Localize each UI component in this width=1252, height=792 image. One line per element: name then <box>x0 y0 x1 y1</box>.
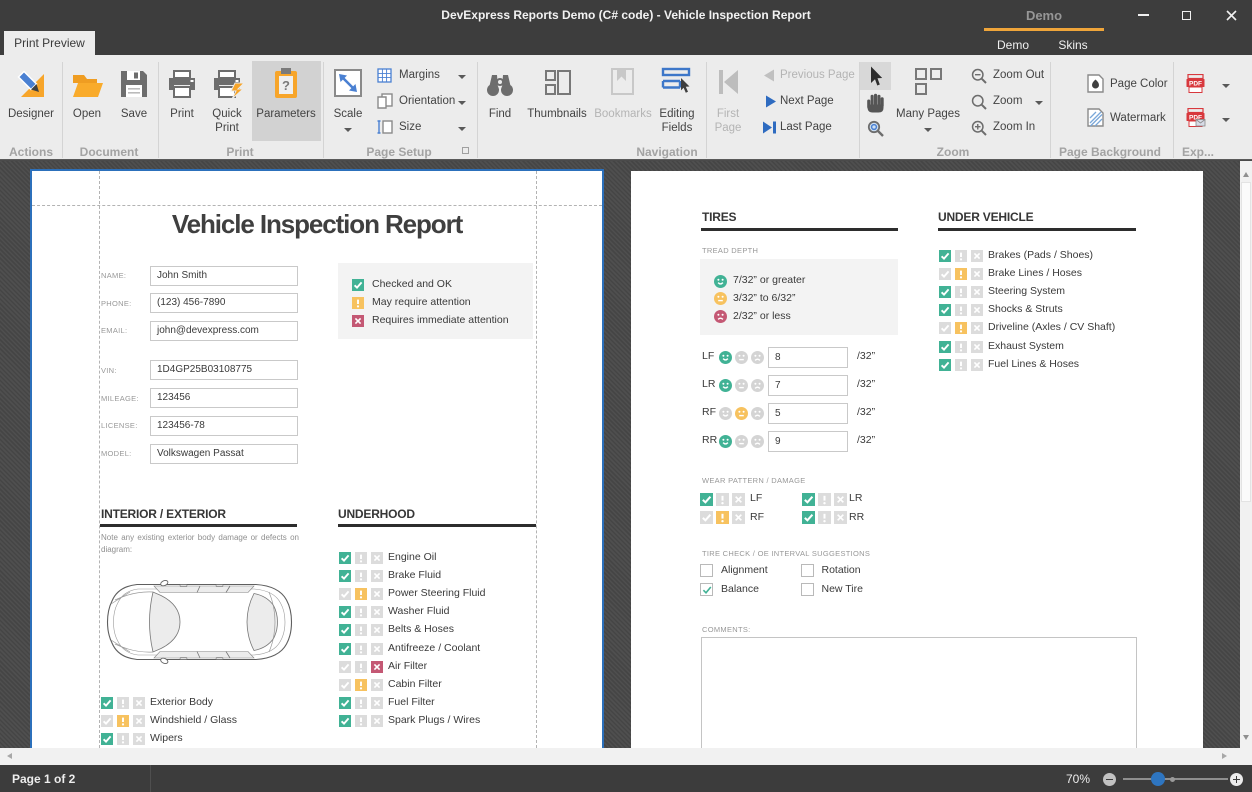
svg-text:?: ? <box>282 78 290 93</box>
svg-text:PDF: PDF <box>1189 81 1202 88</box>
